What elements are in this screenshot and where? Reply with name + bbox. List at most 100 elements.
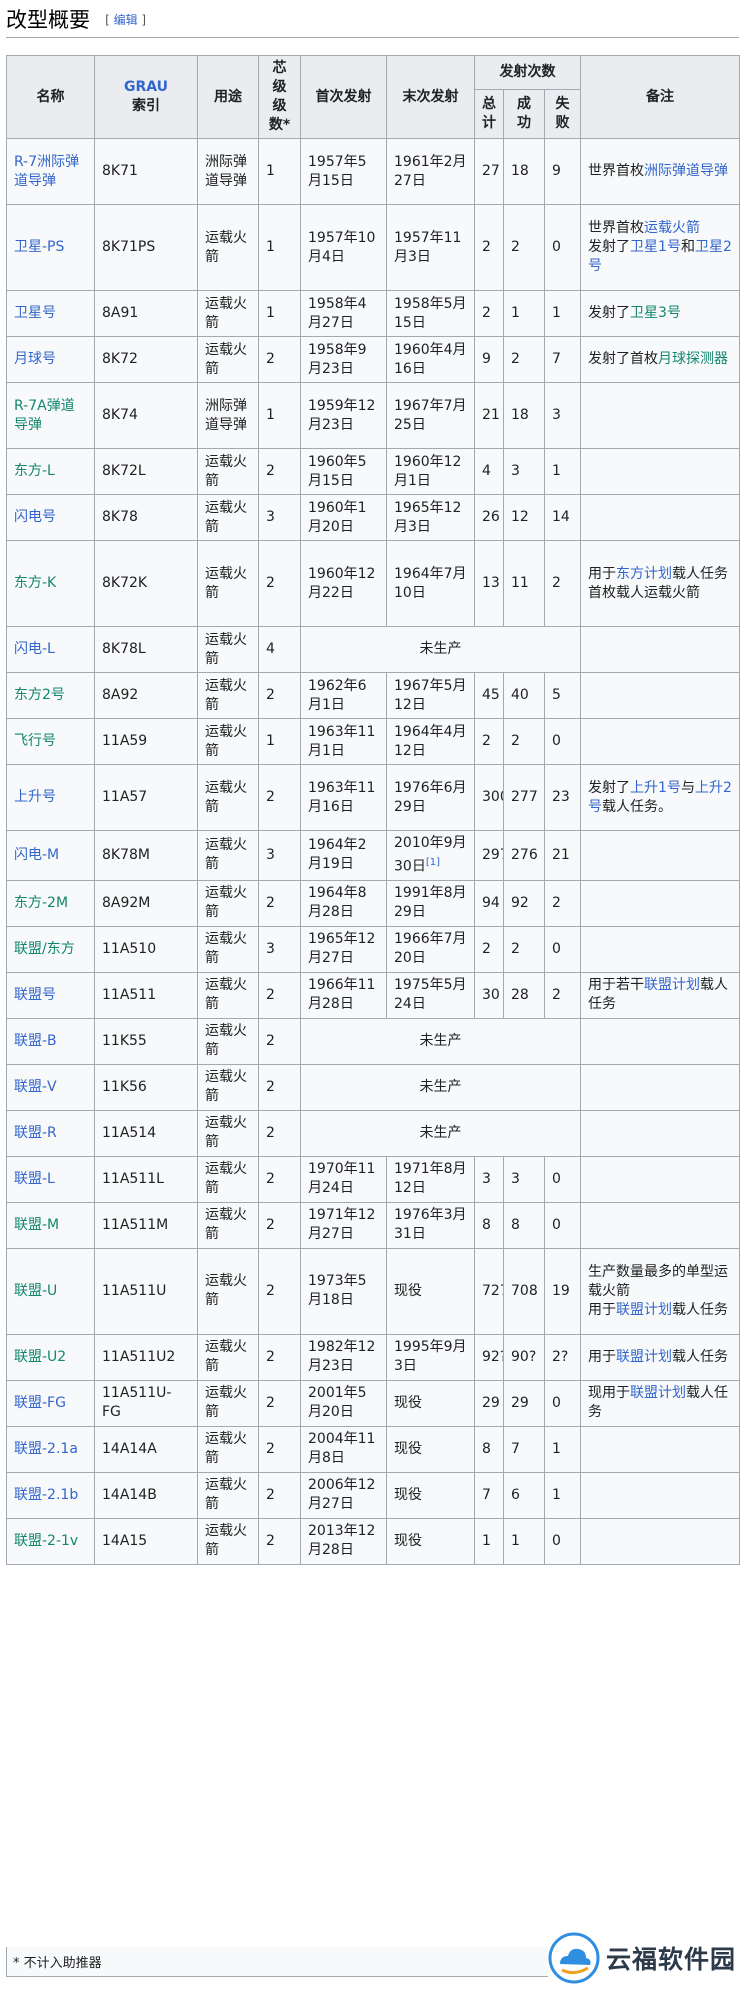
cell-success: 2 (503, 925, 545, 973)
cell-first-launch: 1964年8月28日 (300, 879, 387, 927)
cell-failure: 7 (543, 336, 582, 383)
col-header-name[interactable]: 名称 (6, 55, 95, 139)
rocket-link[interactable]: 联盟-FG (14, 1395, 66, 1411)
cell-total: 92? (474, 1333, 504, 1381)
rocket-link[interactable]: 联盟-L (14, 1171, 55, 1187)
col-header-total[interactable]: 总计 (474, 89, 504, 139)
last-launch-text: 1991年8月29日 (394, 885, 467, 921)
rocket-link[interactable]: 闪电-M (14, 847, 59, 863)
rocket-link[interactable]: 联盟号 (14, 987, 56, 1003)
note-link[interactable]: 上升1号 (630, 780, 681, 796)
rocket-link[interactable]: 联盟-U (14, 1283, 57, 1299)
cell-first-launch: 1957年10月4日 (300, 204, 387, 291)
rocket-link[interactable]: 联盟-R (14, 1125, 57, 1141)
cell-failure: 14 (543, 494, 582, 541)
cell-failure: 0 (543, 204, 582, 291)
cell-stages: 2 (258, 540, 301, 627)
cell-grau: 11K55 (94, 1017, 198, 1065)
cell-notes: 世界首枚运载火箭 发射了卫星1号和卫星2号 (580, 204, 741, 291)
table-row: 闪电-M8K78M运载火箭31964年2月19日2010年9月30日[1]297… (6, 830, 741, 881)
rocket-link[interactable]: 东方-2M (14, 895, 68, 911)
rocket-link[interactable]: 东方-L (14, 463, 55, 479)
cell-stages: 2 (258, 1017, 301, 1065)
note-link[interactable]: 洲际弹道导弹 (644, 163, 728, 179)
cell-last-launch: 1971年8月12日 (386, 1155, 475, 1203)
cell-stages: 2 (258, 1425, 301, 1473)
cell-grau: 11A511L (94, 1155, 198, 1203)
cell-use: 运载火箭 (197, 494, 259, 541)
cell-grau: 8K71 (94, 138, 198, 205)
rocket-link[interactable]: 联盟/东方 (14, 941, 75, 957)
cell-last-launch: 现役 (386, 1379, 475, 1427)
cell-stages: 2 (258, 971, 301, 1019)
rocket-link[interactable]: R-7A弹道导弹 (14, 398, 75, 433)
note-link[interactable]: 东方计划 (616, 566, 672, 582)
cell-stages: 2 (258, 1471, 301, 1519)
rocket-link[interactable]: R-7洲际弹道导弹 (14, 154, 79, 189)
cell-notes: 发射了首枚月球探测器 (580, 336, 741, 383)
edit-link[interactable]: 编辑 (114, 13, 138, 27)
cell-notes (580, 448, 741, 495)
col-header-first-launch[interactable]: 首次发射 (300, 55, 387, 139)
col-header-stages[interactable]: 芯级级数* (258, 55, 301, 139)
cell-stages: 3 (258, 830, 301, 881)
cell-total: 26 (474, 494, 504, 541)
col-header-notes[interactable]: 备注 (580, 55, 741, 139)
rocket-link[interactable]: 联盟-2-1v (14, 1533, 78, 1549)
rocket-link[interactable]: 联盟-2.1a (14, 1441, 78, 1457)
cell-unproduced: 未生产 (299, 1063, 582, 1111)
table-row: 联盟号 11A511 运载火箭 2 1966年11月28日 1975年5月24日 30 28 2… (6, 971, 741, 1019)
rocket-link[interactable]: 卫星-PS (14, 239, 64, 255)
cell-name: 联盟-2.1b (6, 1471, 95, 1519)
cell-grau: 8K78M (94, 830, 198, 881)
cell-total: 27 (474, 138, 504, 205)
rocket-link[interactable]: 卫星号 (14, 305, 56, 321)
col-header-grau[interactable]: GRAU 索引 (94, 55, 198, 139)
table-row: R-7洲际弹道导弹 8K71 洲际弹道导弹 1 1957年5月15日 1961年2月27日… (6, 138, 741, 205)
note-link[interactable]: 联盟计划 (644, 977, 700, 993)
col-header-use[interactable]: 用途 (197, 55, 259, 139)
col-header-failure[interactable]: 失败 (543, 89, 582, 139)
rocket-link[interactable]: 月球号 (14, 351, 56, 367)
rocket-link[interactable]: 东方2号 (14, 687, 65, 703)
note-text: 生产数量最多的单型运载火箭 (588, 1263, 729, 1299)
cell-grau: 11A510 (94, 925, 198, 973)
grau-link[interactable]: GRAU (124, 79, 168, 95)
col-header-last-launch[interactable]: 末次发射 (386, 55, 475, 139)
rocket-link[interactable]: 联盟-U2 (14, 1349, 66, 1365)
cell-last-launch: 1961年2月27日 (386, 138, 475, 205)
rocket-link[interactable]: 闪电号 (14, 509, 56, 525)
col-header-success[interactable]: 成功 (503, 89, 545, 139)
reference-link[interactable]: [1] (426, 857, 440, 868)
cell-total: 45 (474, 672, 504, 719)
rocket-link[interactable]: 上升号 (14, 789, 56, 805)
note-link[interactable]: 运载火箭 (644, 220, 700, 236)
cell-name: R-7洲际弹道导弹 (6, 138, 95, 205)
cell-total: 1 (474, 1517, 504, 1565)
rocket-link[interactable]: 飞行号 (14, 733, 56, 749)
cell-use: 运载火箭 (197, 1333, 259, 1381)
note-link[interactable]: 卫星1号 (630, 239, 681, 255)
rocket-link[interactable]: 东方-K (14, 575, 56, 591)
note-link[interactable]: 卫星3号 (630, 305, 681, 321)
rocket-link[interactable]: 联盟-2.1b (14, 1487, 78, 1503)
note-link[interactable]: 月球探测器 (658, 351, 728, 367)
note-link[interactable]: 联盟计划 (630, 1385, 686, 1401)
cell-success: 2 (503, 336, 545, 383)
note-link[interactable]: 联盟计划 (616, 1349, 672, 1365)
rocket-link[interactable]: 联盟-B (14, 1033, 57, 1049)
cell-name: 东方2号 (6, 672, 95, 719)
note-link[interactable]: 联盟计划 (616, 1302, 672, 1318)
cell-notes: 发射了上升1号与上升2号载人任务。 (580, 764, 741, 831)
rocket-link[interactable]: 联盟-M (14, 1217, 59, 1233)
cell-success: 1 (503, 1517, 545, 1565)
table-row: 东方-K 8K72K 运载火箭 2 1960年12月22日 1964年7月10日 13 11 2… (6, 540, 741, 627)
rocket-link[interactable]: 闪电-L (14, 641, 55, 657)
cell-failure: 21 (543, 830, 582, 881)
cell-grau: 11A511U (94, 1247, 198, 1335)
note-text: 用于 (588, 565, 617, 582)
rocket-link[interactable]: 联盟-V (14, 1079, 57, 1095)
cell-success: 12 (503, 494, 545, 541)
cell-notes (580, 1109, 741, 1157)
section-heading: 改型概要 [ 编辑 ] (6, 6, 739, 38)
